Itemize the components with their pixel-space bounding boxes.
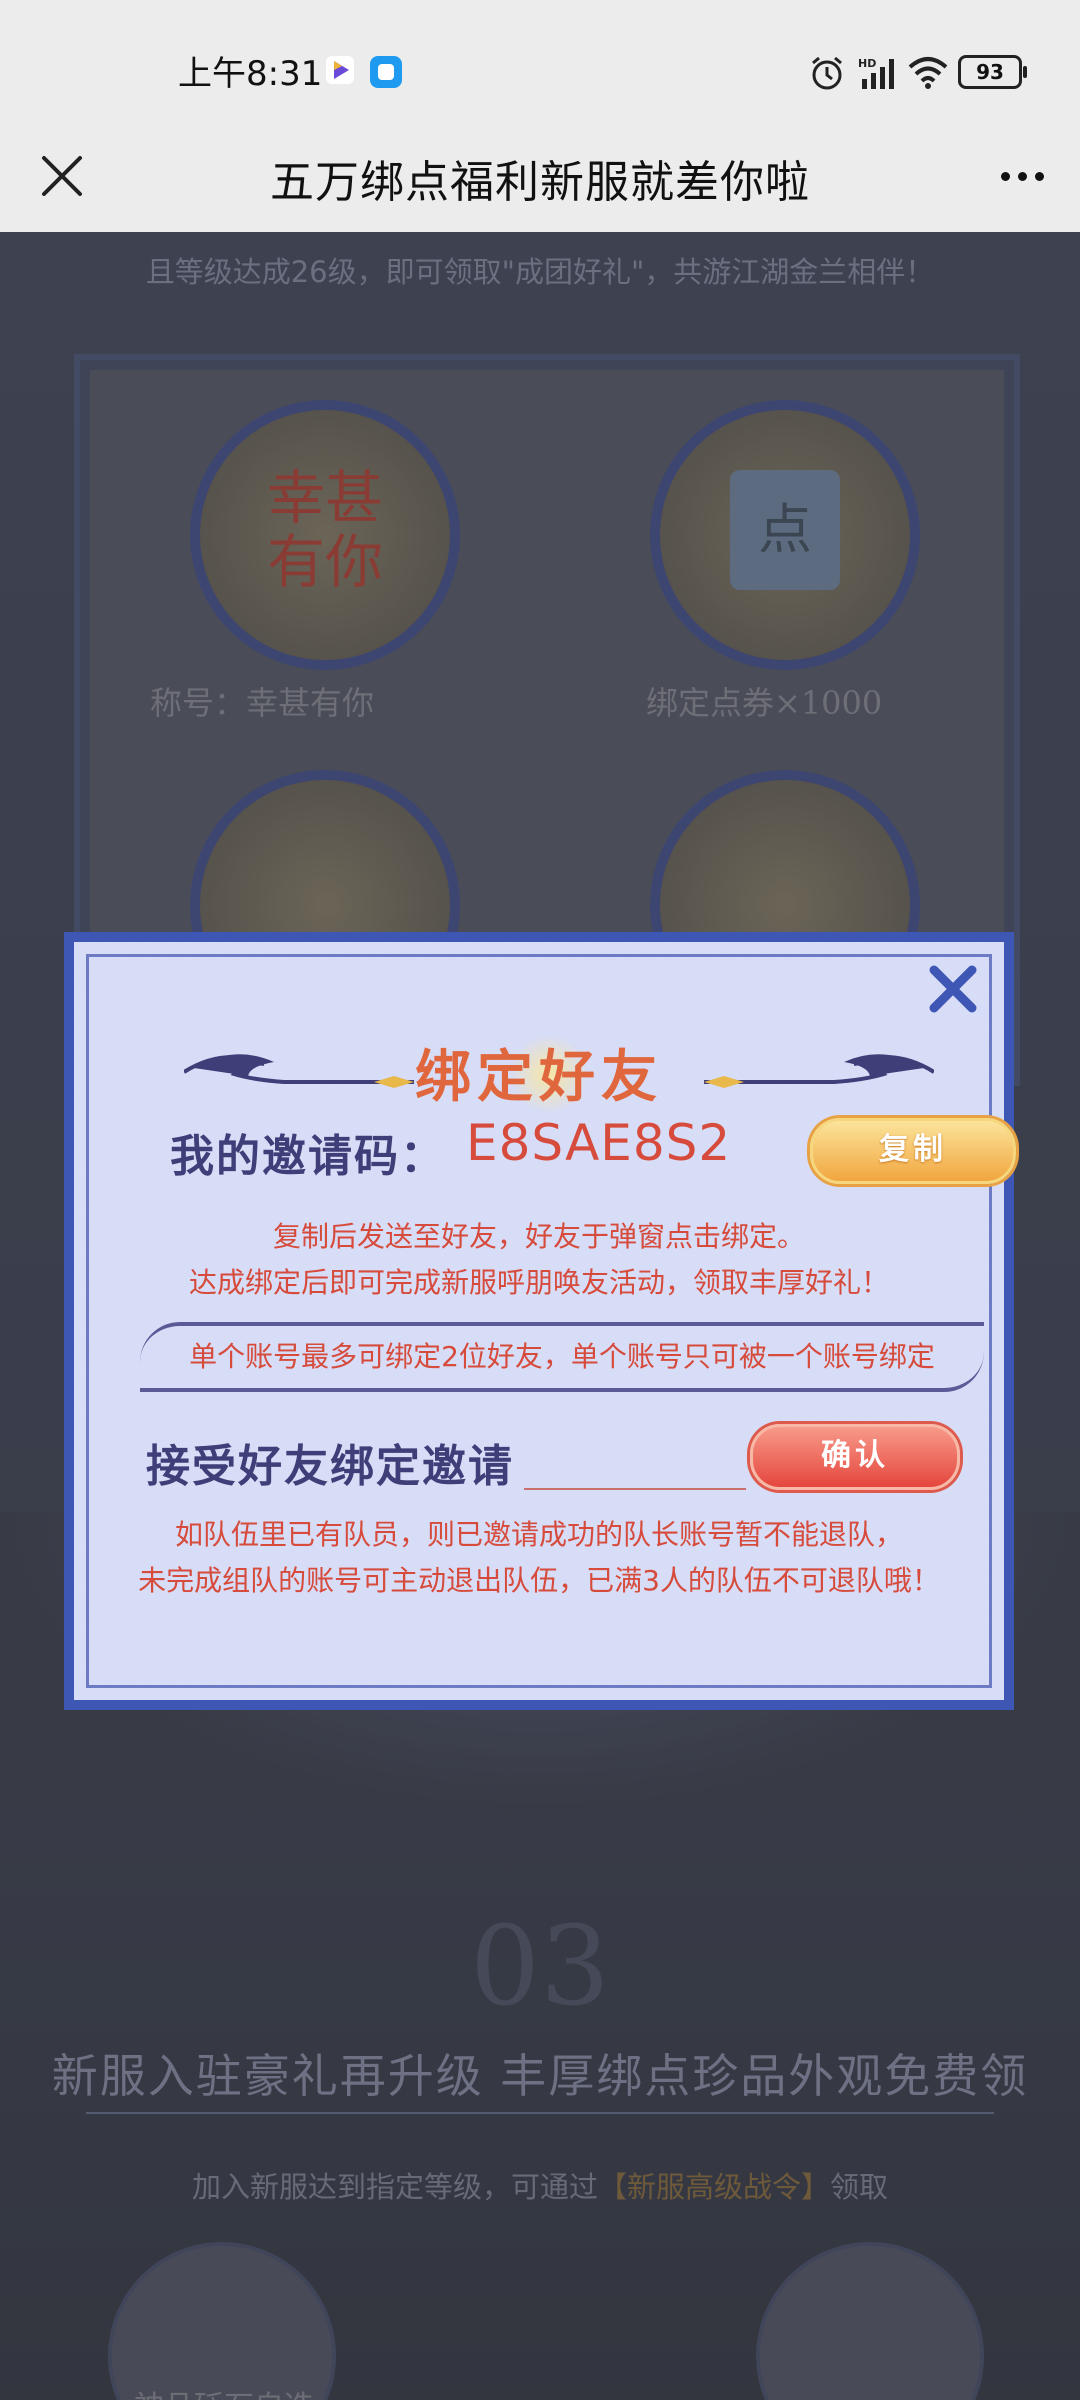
chat-app-icon <box>370 56 402 88</box>
reward-title-badge: 幸甚有你 <box>190 400 460 670</box>
rule-banner: 单个账号最多可绑定2位好友，单个账号只可被一个账号绑定 <box>140 1322 984 1392</box>
title-bar: 五万绑点福利新服就差你啦 <box>0 120 1080 232</box>
bottom-item-label: 神品砭石自选 <box>134 2382 314 2400</box>
status-time: 上午8:31 <box>178 54 323 94</box>
svg-text:HD: HD <box>858 57 876 70</box>
section-sub: 加入新服达到指定等级，可通过【新服高级战令】领取 <box>0 2164 1080 2206</box>
accept-invite-label: 接受好友绑定邀请 <box>146 1441 514 1492</box>
more-icon[interactable] <box>990 144 1054 208</box>
reward-label: 绑定点券×1000 <box>646 684 883 722</box>
invite-code-value: E8SAE8S2 <box>466 1114 732 1172</box>
note-line: 如队伍里已有队员，则已邀请成功的队长账号暂不能退队， <box>174 1518 903 1551</box>
confirm-button[interactable]: 确认 <box>750 1424 960 1490</box>
hd-signal-icon: HD <box>858 55 896 89</box>
modal-body: 绑定好友 我的邀请码： E8SAE8S2 复制 复制后发送至好友，好友于弹窗点击… <box>74 942 1016 1700</box>
desc-line: 复制后发送至好友，好友于弹窗点击绑定。 <box>272 1220 805 1253</box>
divider <box>86 2112 994 2114</box>
invite-description: 复制后发送至好友，好友于弹窗点击绑定。 达成绑定后即可完成新服呼朋唤友活动，领取… <box>74 1214 1004 1306</box>
wifi-icon <box>908 55 948 89</box>
section-sub-prefix: 加入新服达到指定等级，可通过 <box>191 2170 598 2204</box>
reward-coupon-badge: 点 <box>650 400 920 670</box>
invite-code-input[interactable] <box>524 1430 746 1490</box>
desc-line: 达成绑定后即可完成新服呼朋唤友活动，领取丰厚好礼！ <box>188 1266 889 1299</box>
badge-text: 幸甚有你 <box>266 464 383 596</box>
status-bar: 上午8:31 HD 93 <box>0 0 1080 120</box>
section-number: 03 <box>470 1902 610 2030</box>
battle-pass-link[interactable]: 【新服高级战令】 <box>598 2170 830 2204</box>
bottom-item-circle <box>108 2242 336 2400</box>
bg-description: 且等级达成26级，即可领取"成团好礼"，共游江湖金兰相伴！ <box>145 255 935 289</box>
team-note: 如队伍里已有队员，则已邀请成功的队长账号暂不能退队， 未完成组队的账号可主动退出… <box>74 1512 1004 1604</box>
reward-label: 称号：幸甚有你 <box>150 684 375 722</box>
bind-friend-modal: 绑定好友 我的邀请码： E8SAE8S2 复制 复制后发送至好友，好友于弹窗点击… <box>64 932 1016 1710</box>
alarm-icon <box>808 55 846 90</box>
section-headline: 新服入驻豪礼再升级 丰厚绑点珍品外观免费领 <box>51 2049 1029 2103</box>
modal-title: 绑定好友 <box>415 1044 663 1110</box>
note-line: 未完成组队的账号可主动退出队伍，已满3人的队伍不可退队哦！ <box>138 1564 940 1597</box>
modal-close-icon[interactable] <box>924 960 982 1018</box>
invite-code-label: 我的邀请码： <box>170 1131 446 1182</box>
badge-text: 点 <box>730 470 840 590</box>
copy-button[interactable]: 复制 <box>810 1118 1016 1184</box>
page-title: 五万绑点福利新服就差你啦 <box>270 157 810 208</box>
battery-icon: 93 <box>958 55 1027 89</box>
section-sub-suffix: 领取 <box>830 2170 889 2204</box>
bottom-item-circle <box>756 2242 984 2400</box>
status-icons: HD 93 <box>808 52 1027 92</box>
video-app-icon <box>326 56 354 84</box>
invite-code-row: 我的邀请码： E8SAE8S2 复制 <box>170 1112 1016 1192</box>
